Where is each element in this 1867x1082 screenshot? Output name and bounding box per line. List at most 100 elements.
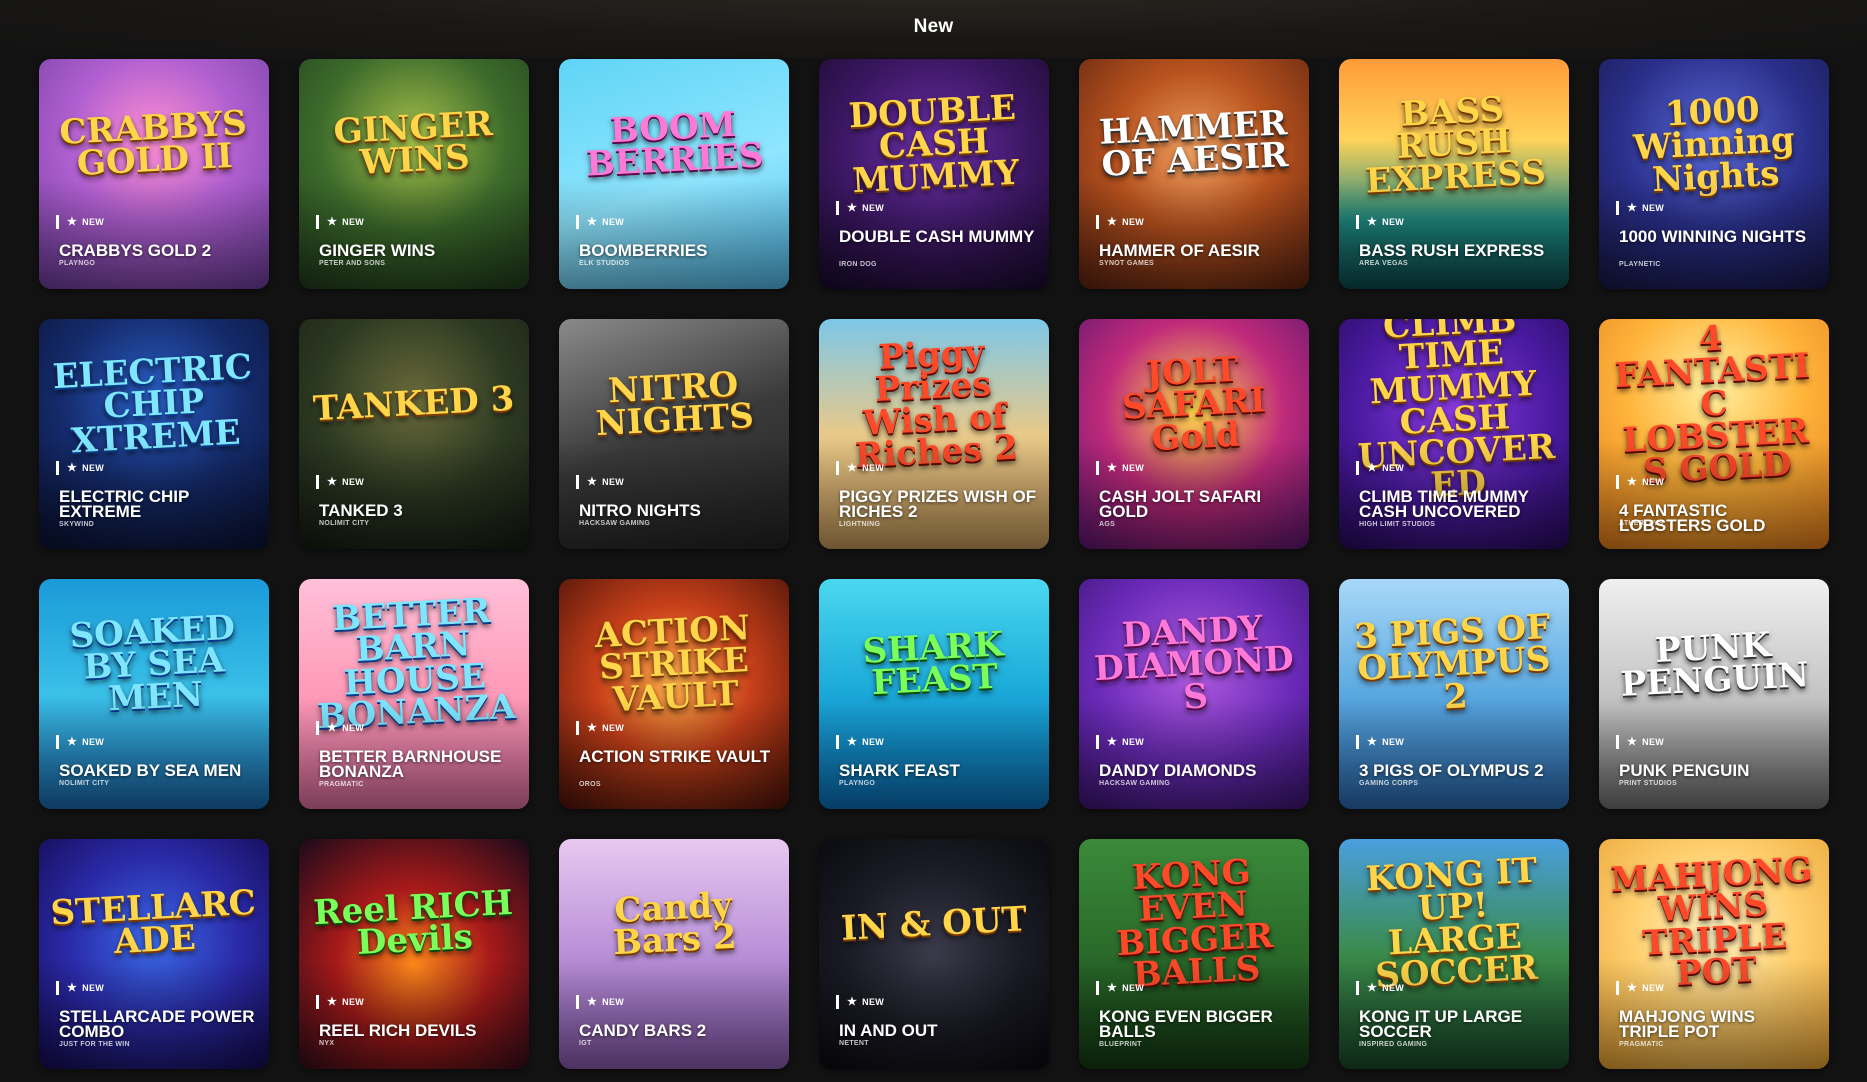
new-badge: ★ NEW (576, 995, 624, 1009)
tile-shade (1079, 699, 1309, 809)
game-tile-ginger[interactable]: GINGER WINS ★ NEW GINGER WINS PETER AND SONS (299, 59, 529, 289)
new-badge-label: NEW (1122, 983, 1145, 993)
game-title: BETTER BARNHOUSE BONANZA (319, 747, 502, 781)
tile-shade (1599, 699, 1829, 809)
game-logo: CRABBYS GOLD II (58, 102, 248, 185)
game-tile-climb[interactable]: CLIMB TIME MUMMY CASH UNCOVERED★NEWCLIMB… (1339, 319, 1569, 549)
new-badge: ★ NEW (1356, 981, 1404, 995)
game-tile-electric[interactable]: ELECTRIC CHIP XTREME ★ NEW ELECTRIC CHIP EX… (39, 319, 269, 549)
game-title: CASH JOLT SAFARI GOLD (1099, 487, 1262, 521)
star-icon: ★ (1367, 736, 1378, 748)
new-badge-label: NEW (1122, 217, 1145, 227)
star-icon: ★ (67, 216, 78, 228)
new-badge-label: NEW (1382, 217, 1405, 227)
new-badge-label: NEW (1382, 463, 1405, 473)
game-logo: PUNK PENGUIN (1619, 624, 1810, 705)
game-provider: LIGHTNING (839, 521, 881, 528)
new-badge: ★ NEW (836, 735, 884, 749)
game-tile-soaked[interactable]: SOAKED BY SEA MEN ★ NEW SOAKED BY SEA MEN NO… (39, 579, 269, 809)
game-tile-crabbys[interactable]: CRABBYS GOLD II ★ NEW CRABBYS GOLD 2 PLAYNGO (39, 59, 269, 289)
game-tile-4fant[interactable]: 4 FANTASTIC LOBSTERS GOLD★NEW4 FANTASTIC… (1599, 319, 1829, 549)
new-badge-label: NEW (342, 477, 365, 487)
new-badge-label: NEW (1122, 737, 1145, 747)
game-tile-double[interactable]: DOUBLE CASH MUMMY ★ NEW DOUBLE CASH MUMMY IR… (819, 59, 1049, 289)
game-logo: IN & OUT (840, 899, 1028, 949)
game-tile-piggy[interactable]: Piggy Prizes Wish of Riches 2★NEWPIGGY P… (819, 319, 1049, 549)
game-tile-dandy[interactable]: DANDY DIAMONDS ★ NEW DANDY DIAMONDS HACKSAW … (1079, 579, 1309, 809)
new-badge: ★ NEW (1616, 735, 1664, 749)
game-tile-3pigs[interactable]: 3 PIGS OF OLYMPUS 2 ★ NEW 3 PIGS OF OLYMPUS… (1339, 579, 1569, 809)
game-tile-mahjong[interactable]: MAHJONG WINS TRIPLE POT★NEWMAHJONG WINS … (1599, 839, 1829, 1069)
star-icon: ★ (847, 736, 858, 748)
new-badge-label: NEW (1382, 737, 1405, 747)
new-badge-label: NEW (602, 723, 625, 733)
new-badge-label: NEW (1382, 983, 1405, 993)
tile-shade (299, 179, 529, 289)
game-tile-tanked[interactable]: TANKED 3 ★ NEW TANKED 3 NOLIMIT CITY (299, 319, 529, 549)
star-icon: ★ (327, 722, 338, 734)
new-badge-label: NEW (862, 997, 885, 1007)
game-tile-boom[interactable]: BOOM BERRIES ★ NEW BOOMBERRIES ELK STUDIOS (559, 59, 789, 289)
game-provider: BLUEPRINT (1099, 1041, 1142, 1048)
new-badge: ★ NEW (836, 461, 884, 475)
star-icon: ★ (847, 462, 858, 474)
new-badge-label: NEW (862, 737, 885, 747)
tile-shade (39, 179, 269, 289)
new-badge-label: NEW (82, 737, 105, 747)
game-tile-action[interactable]: ACTION STRIKE VAULT ★ NEW ACTION STRIKE VAU… (559, 579, 789, 809)
new-badge: ★ NEW (316, 215, 364, 229)
star-icon: ★ (1627, 202, 1638, 214)
game-provider: PRINT STUDIOS (1619, 780, 1677, 787)
game-provider: IRON DOG (839, 261, 877, 268)
star-icon: ★ (327, 996, 338, 1008)
tile-shade (819, 959, 1049, 1069)
game-provider: NOLIMIT CITY (59, 780, 110, 787)
game-tile-shark[interactable]: SHARK FEAST ★ NEW SHARK FEAST PLAYNGO (819, 579, 1049, 809)
star-icon: ★ (1107, 462, 1118, 474)
game-tile-nitro[interactable]: NITRO NIGHTS ★ NEW NITRO NIGHTS HACKSAW GAMI… (559, 319, 789, 549)
game-logo: GINGER WINS (332, 103, 494, 183)
new-badge: ★ NEW (316, 475, 364, 489)
game-logo: Reel RICH Devils (312, 882, 514, 963)
new-badge: ★ NEW (836, 995, 884, 1009)
new-badge: ★ NEW (1356, 461, 1404, 475)
game-tile-reel[interactable]: Reel RICH Devils ★ NEW REEL RICH DEVILS NYX (299, 839, 529, 1069)
game-provider: NETENT (839, 1040, 869, 1047)
game-tile-hammer[interactable]: HAMMER OF AESIR ★ NEW HAMMER OF AESIR SYNOT … (1079, 59, 1309, 289)
game-title: BASS RUSH EXPRESS (1359, 241, 1545, 260)
game-tile-inout[interactable]: IN & OUT ★ NEW IN AND OUT NETENT (819, 839, 1049, 1069)
game-tile-1000[interactable]: 1000 Winning Nights ★ NEW 1000 WINNING NIGH… (1599, 59, 1829, 289)
game-title: ELECTRIC CHIP EXTREME (59, 487, 190, 521)
tile-shade (559, 959, 789, 1069)
star-icon: ★ (1107, 736, 1118, 748)
star-icon: ★ (1107, 982, 1118, 994)
game-provider: GAMING CORPS (1359, 780, 1419, 787)
game-logo: TANKED 3 (312, 378, 516, 430)
new-badge-label: NEW (1642, 477, 1665, 487)
game-tile-safari[interactable]: JOLT SAFARI Gold ★ NEW CASH JOLT SAFARI GOL… (1079, 319, 1309, 549)
star-icon: ★ (327, 476, 338, 488)
star-icon: ★ (67, 982, 78, 994)
new-badge: ★ NEW (56, 461, 104, 475)
game-provider: NYX (319, 1040, 335, 1047)
game-logo: STELLARCADE (49, 882, 257, 963)
game-tile-candy[interactable]: Candy Bars 2 ★ NEW CANDY BARS 2 IGT (559, 839, 789, 1069)
new-badge-label: NEW (602, 477, 625, 487)
new-badge: ★ NEW (1616, 981, 1664, 995)
new-badge: ★ NEW (576, 475, 624, 489)
new-badge: ★ NEW (576, 721, 624, 735)
game-tile-stell[interactable]: STELLARCADE ★ NEW STELLARCADE POWER COMBO JU… (39, 839, 269, 1069)
game-title: CANDY BARS 2 (579, 1021, 707, 1040)
game-tile-punk[interactable]: PUNK PENGUIN ★ NEW PUNK PENGUIN PRINT STUDIO… (1599, 579, 1829, 809)
new-badge-label: NEW (82, 463, 105, 473)
game-tile-better[interactable]: BETTER BARN HOUSE BONANZA★NEWBETTER BARN… (299, 579, 529, 809)
game-provider: SYNOT GAMES (1099, 260, 1155, 267)
game-tile-kongsoc[interactable]: KONG IT UP! LARGE SOCCER★NEWKONG IT UP L… (1339, 839, 1569, 1069)
new-badge: ★ NEW (1096, 981, 1144, 995)
game-tile-bass[interactable]: BASS RUSH EXPRESS ★ NEW BASS RUSH EXPRESS AR… (1339, 59, 1569, 289)
game-tile-kong[interactable]: KONG EVEN BIGGER BALLS★NEWKONG EVEN BIGG… (1079, 839, 1309, 1069)
new-badge-label: NEW (342, 997, 365, 1007)
game-title: 1000 WINNING NIGHTS (1619, 227, 1807, 246)
game-title: PUNK PENGUIN (1619, 761, 1750, 780)
star-icon: ★ (1367, 462, 1378, 474)
